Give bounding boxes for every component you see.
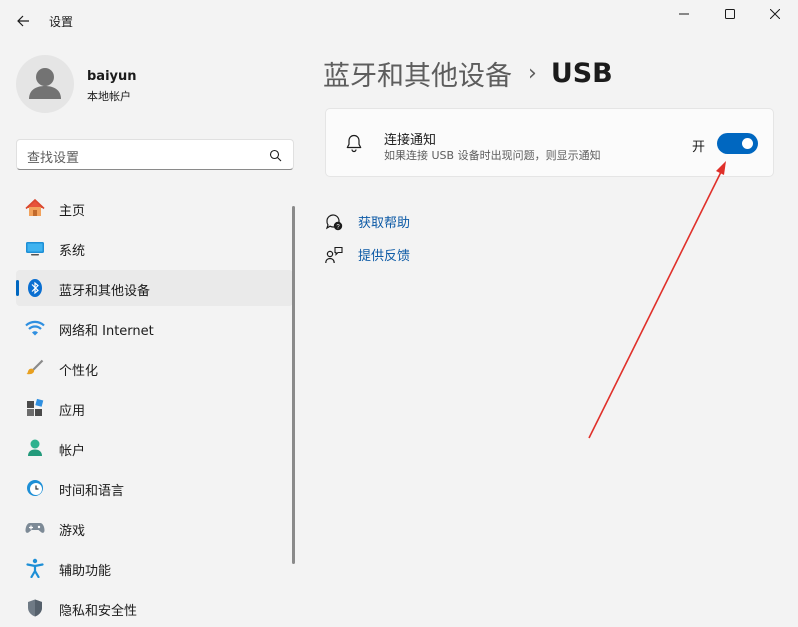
sidebar-item-label: 系统: [59, 244, 86, 259]
back-arrow-icon: [17, 15, 29, 27]
feedback-icon: [325, 246, 343, 264]
sidebar-item-label: 辅助功能: [59, 564, 112, 579]
page-title: USB: [550, 58, 613, 89]
gamepad-icon: [25, 518, 45, 538]
sidebar-item-label: 帐户: [59, 444, 86, 459]
sidebar-item-network[interactable]: 网络和 Internet: [16, 310, 293, 346]
breadcrumb-parent[interactable]: 蓝牙和其他设备: [323, 54, 512, 93]
sidebar-item-gaming[interactable]: 游戏: [16, 510, 293, 546]
brush-icon: [25, 358, 45, 378]
app-title: 设置: [49, 15, 74, 29]
toggle-knob: [742, 138, 753, 149]
back-button[interactable]: [10, 9, 36, 33]
sidebar-item-accessibility[interactable]: 辅助功能: [16, 550, 293, 586]
home-icon: [25, 198, 45, 218]
sidebar-item-home[interactable]: 主页: [16, 190, 293, 226]
sidebar-item-label: 网络和 Internet: [59, 324, 154, 339]
bluetooth-icon: [25, 278, 45, 298]
sidebar-item-personalization[interactable]: 个性化: [16, 350, 293, 386]
give-feedback-link[interactable]: 提供反馈: [325, 245, 410, 264]
user-name: baiyun: [87, 69, 137, 84]
apps-icon: [25, 398, 45, 418]
maximize-icon: [725, 9, 735, 19]
sidebar-item-label: 游戏: [59, 524, 86, 539]
user-avatar-icon: [29, 68, 61, 99]
sidebar-item-label: 个性化: [59, 364, 99, 379]
sidebar-item-accounts[interactable]: 帐户: [16, 430, 293, 466]
search-placeholder: 查找设置: [27, 151, 80, 166]
system-icon: [25, 238, 45, 258]
sidebar-item-label: 蓝牙和其他设备: [59, 284, 151, 299]
clock-globe-icon: [25, 478, 45, 498]
accessibility-icon: [25, 558, 45, 578]
maximize-button[interactable]: [707, 0, 753, 28]
setting-title: 连接通知: [384, 133, 437, 148]
sidebar-item-time-language[interactable]: 时间和语言: [16, 470, 293, 506]
sidebar-item-privacy[interactable]: 隐私和安全性: [16, 590, 293, 626]
account-type: 本地帐户: [87, 90, 131, 103]
sidebar-item-label: 应用: [59, 404, 86, 419]
title-bar: 设置: [0, 0, 798, 40]
annotation-arrow-shaft: [588, 169, 723, 439]
avatar[interactable]: [16, 55, 74, 113]
close-icon: [770, 9, 780, 19]
search-icon[interactable]: [269, 149, 282, 162]
sidebar-item-label: 隐私和安全性: [59, 604, 138, 619]
connection-notification-card: 连接通知 如果连接 USB 设备时出现问题，则显示通知 开: [325, 108, 774, 177]
chevron-right-icon: ›: [528, 61, 537, 86]
selected-indicator: [16, 280, 19, 296]
setting-description: 如果连接 USB 设备时出现问题，则显示通知: [384, 149, 601, 162]
help-chat-icon: ?: [325, 213, 343, 231]
shield-icon: [25, 598, 45, 618]
breadcrumb: 蓝牙和其他设备 › USB: [323, 54, 613, 93]
wifi-icon: [25, 318, 45, 338]
sidebar-item-bluetooth[interactable]: 蓝牙和其他设备: [16, 270, 293, 306]
toggle-state-label: 开: [692, 140, 706, 155]
sidebar-item-label: 时间和语言: [59, 484, 125, 499]
get-help-label[interactable]: 获取帮助: [358, 212, 410, 231]
sidebar-scrollbar[interactable]: [292, 206, 295, 564]
notification-toggle[interactable]: [717, 133, 758, 154]
search-input[interactable]: 查找设置: [16, 139, 294, 170]
sidebar-item-apps[interactable]: 应用: [16, 390, 293, 426]
minimize-button[interactable]: [661, 0, 707, 28]
sidebar-nav: 主页 系统 蓝牙和其他设备 网络和 Internet 个性化 应用 帐户 时间和…: [16, 190, 293, 627]
minimize-icon: [679, 13, 689, 15]
bell-icon: [346, 134, 362, 153]
sidebar-item-label: 主页: [59, 204, 86, 219]
sidebar-item-system[interactable]: 系统: [16, 230, 293, 266]
close-button[interactable]: [752, 0, 798, 28]
get-help-link[interactable]: ? 获取帮助: [325, 212, 410, 231]
give-feedback-label[interactable]: 提供反馈: [358, 245, 410, 264]
account-icon: [25, 438, 45, 458]
